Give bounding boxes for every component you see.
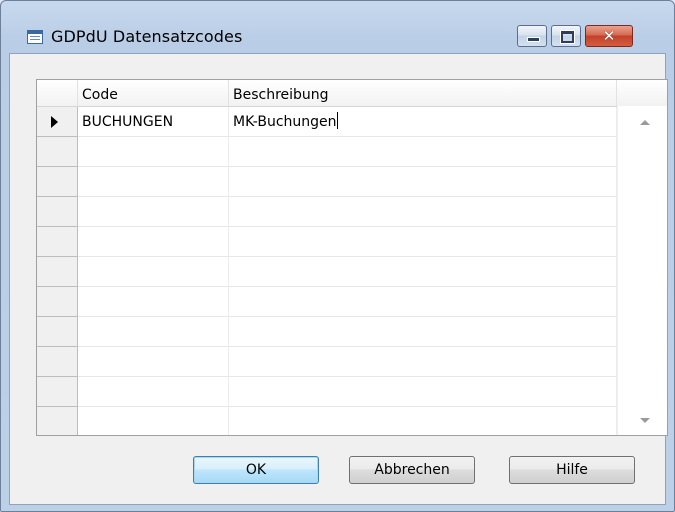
table-row[interactable]: BUCHUNGEN MK-Buchungen	[37, 107, 617, 137]
table-row[interactable]	[37, 197, 617, 227]
title-bar[interactable]: GDPdU Datensatzcodes ✕	[1, 1, 674, 47]
table-row[interactable]	[37, 287, 617, 317]
code-cell[interactable]	[78, 137, 229, 167]
table-icon[interactable]	[27, 30, 43, 44]
table-row[interactable]	[37, 347, 617, 377]
table-row[interactable]	[37, 407, 617, 435]
code-cell[interactable]	[78, 407, 229, 435]
code-cell[interactable]	[78, 317, 229, 347]
row-selector[interactable]	[37, 347, 78, 377]
row-selector[interactable]	[37, 257, 78, 287]
row-selector[interactable]	[37, 317, 78, 347]
help-button[interactable]: Hilfe	[509, 456, 635, 484]
description-cell[interactable]	[229, 227, 617, 257]
table-row[interactable]	[37, 227, 617, 257]
cancel-button[interactable]: Abbrechen	[349, 456, 475, 484]
code-cell[interactable]: BUCHUNGEN	[78, 107, 229, 137]
description-cell[interactable]	[229, 167, 617, 197]
row-selector[interactable]	[37, 107, 78, 137]
description-cell[interactable]	[229, 407, 617, 435]
table-row[interactable]	[37, 377, 617, 407]
description-cell[interactable]	[229, 197, 617, 227]
description-cell[interactable]	[229, 257, 617, 287]
description-cell[interactable]	[229, 287, 617, 317]
description-cell[interactable]	[229, 137, 617, 167]
row-selector[interactable]	[37, 227, 78, 257]
description-cell[interactable]: MK-Buchungen	[229, 107, 617, 137]
row-selector[interactable]	[37, 167, 78, 197]
header-row-selector[interactable]	[37, 80, 78, 106]
description-cell[interactable]	[229, 347, 617, 377]
table-row[interactable]	[37, 167, 617, 197]
table-row[interactable]	[37, 257, 617, 287]
minimize-icon	[527, 37, 540, 42]
table-row[interactable]	[37, 137, 617, 167]
grid-header: Code Beschreibung	[37, 80, 667, 107]
maximize-icon	[560, 30, 575, 44]
description-cell[interactable]	[229, 377, 617, 407]
scroll-up-icon[interactable]	[640, 120, 650, 125]
code-cell[interactable]	[78, 377, 229, 407]
close-button[interactable]: ✕	[585, 25, 633, 47]
row-pointer-icon	[51, 116, 58, 128]
scroll-down-icon[interactable]	[640, 418, 650, 423]
text-cursor	[336, 112, 338, 129]
description-text: MK-Buchungen	[233, 114, 337, 130]
column-header-code[interactable]: Code	[78, 80, 229, 106]
code-cell[interactable]	[78, 347, 229, 377]
close-icon: ✕	[602, 27, 616, 45]
code-cell[interactable]	[78, 167, 229, 197]
vertical-scrollbar[interactable]	[617, 106, 667, 435]
code-cell[interactable]	[78, 287, 229, 317]
row-selector[interactable]	[37, 137, 78, 167]
window-title: GDPdU Datensatzcodes	[51, 27, 243, 46]
maximize-button[interactable]	[551, 25, 581, 47]
ok-button[interactable]: OK	[193, 456, 319, 484]
row-selector[interactable]	[37, 197, 78, 227]
column-header-description[interactable]: Beschreibung	[229, 80, 617, 106]
table-row[interactable]	[37, 317, 617, 347]
row-selector[interactable]	[37, 377, 78, 407]
row-selector[interactable]	[37, 407, 78, 435]
row-selector[interactable]	[37, 287, 78, 317]
description-cell[interactable]	[229, 317, 617, 347]
records-grid[interactable]: Code Beschreibung BUCHUNGEN MK-Buchungen	[36, 79, 668, 436]
minimize-button[interactable]	[517, 25, 547, 47]
code-cell[interactable]	[78, 257, 229, 287]
code-cell[interactable]	[78, 227, 229, 257]
code-cell[interactable]	[78, 197, 229, 227]
